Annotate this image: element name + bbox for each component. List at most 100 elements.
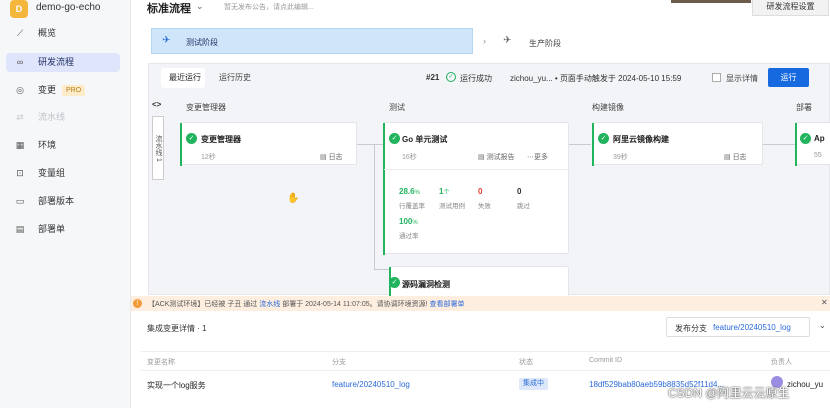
sidebar-item-overview[interactable]: ⟋ 概览 bbox=[6, 24, 120, 43]
log-link[interactable]: ▤ 日志 bbox=[320, 152, 343, 162]
check-icon: ✓ bbox=[598, 133, 609, 144]
sidebar-item-variables[interactable]: ⊡ 变量组 bbox=[6, 164, 120, 183]
status-stripe bbox=[383, 123, 385, 255]
table-header: 变更名称 分支 状态 Commit ID 负责人 bbox=[141, 351, 830, 371]
log-icon: ▤ bbox=[724, 154, 733, 161]
code-icon[interactable]: <> bbox=[152, 100, 161, 109]
branch-label: 发布分支 bbox=[675, 324, 707, 333]
pipeline-lane-label: 流水线 1 bbox=[152, 116, 164, 180]
page-title[interactable]: 标准流程 bbox=[147, 0, 191, 16]
pro-badge: PRO bbox=[62, 85, 86, 96]
check-icon: ✓ bbox=[800, 133, 811, 144]
sidebar-item-pipeline[interactable]: ⇄ 流水线 bbox=[6, 108, 120, 127]
job-name: 变更管理器 bbox=[201, 135, 241, 144]
warning-icon: ! bbox=[133, 299, 142, 308]
app-logo[interactable]: D bbox=[10, 0, 28, 18]
tab-run-history[interactable]: 运行历史 bbox=[211, 68, 257, 88]
rocket-icon: ✈ bbox=[162, 35, 171, 46]
branch-value[interactable]: feature/20240510_log bbox=[713, 323, 791, 332]
grid-icon: ▦ bbox=[15, 140, 25, 150]
infinity-icon: ∞ bbox=[16, 57, 24, 67]
log-label: 日志 bbox=[328, 154, 343, 161]
job-name: Go 单元测试 bbox=[402, 135, 448, 144]
collapse-icon[interactable]: ⌄ bbox=[819, 321, 826, 330]
log-link[interactable]: ▤ 日志 bbox=[724, 152, 747, 162]
job-duration: 12秒 bbox=[201, 154, 216, 161]
sidebar-item-label: 变量组 bbox=[38, 168, 66, 178]
job-name: Ap bbox=[814, 134, 825, 143]
check-icon: ✓ bbox=[389, 133, 400, 144]
watermark: CSDN @阿里云云原生 bbox=[668, 386, 790, 400]
change-name[interactable]: 实现一个log服务 bbox=[147, 380, 206, 391]
status-stripe bbox=[795, 123, 797, 166]
check-icon: ✓ bbox=[186, 133, 197, 144]
stat-label: 失败 bbox=[478, 203, 491, 210]
sidebar-item-environment[interactable]: ▦ 环境 bbox=[6, 136, 120, 155]
sidebar-item-changes[interactable]: ◎ 变更 PRO bbox=[6, 81, 120, 100]
job-card-change-manager[interactable]: ✓ 变更管理器 12秒 ▤ 日志 bbox=[180, 122, 357, 166]
sidebar: D demo-go-echo ⟋ 概览 ∞ 研发流程 ◎ 变更 PRO ⇄ 流水线… bbox=[0, 0, 131, 408]
status-stripe bbox=[180, 123, 182, 166]
sidebar-item-deploy-version[interactable]: ▭ 部署版本 bbox=[6, 192, 120, 211]
stage-test[interactable]: ✈ 测试阶段 bbox=[151, 28, 473, 54]
hand-cursor-icon: ✋ bbox=[287, 193, 300, 204]
tab-recent-run[interactable]: 最近运行 bbox=[161, 68, 205, 88]
more-label: 更多 bbox=[534, 154, 548, 161]
log-label: 日志 bbox=[732, 154, 747, 161]
column-header: 状态 bbox=[519, 359, 533, 366]
connector-line bbox=[374, 144, 375, 269]
chevron-down-icon[interactable]: ⌄ bbox=[196, 1, 204, 12]
branch-link[interactable]: feature/20240510_log bbox=[332, 380, 410, 389]
sidebar-item-label: 流水线 bbox=[38, 112, 66, 122]
column-header: 部署 bbox=[796, 103, 812, 112]
stat-coverage: 28.6% bbox=[399, 187, 420, 196]
run-status: 运行成功 bbox=[460, 74, 492, 83]
flow-settings-button[interactable]: 研发流程设置 bbox=[752, 0, 829, 16]
column-header: 构建镜像 bbox=[592, 103, 624, 112]
pipeline-icon: ⇄ bbox=[16, 112, 24, 122]
pipeline-run-panel: 最近运行 运行历史 #21 ✓ 运行成功 zichou_yu... • 页面手动… bbox=[148, 63, 830, 297]
view-deploy-order-link[interactable]: 查看部署单 bbox=[430, 301, 465, 308]
header-image-strip bbox=[671, 0, 751, 3]
warning-text: 【ACK测试环境】已经被 子丑 通过 流水线 部署于 2024-05-14 11… bbox=[148, 299, 465, 309]
stat-failed: 0 bbox=[478, 187, 483, 196]
connector-line bbox=[569, 144, 591, 145]
announcement-text[interactable]: 暂无发布公告，请点此编辑... bbox=[224, 2, 314, 12]
warning-middle: 部署于 2024-05-14 11:07:05。请协调环境资源! bbox=[282, 301, 428, 308]
warning-prefix: 【ACK测试环境】已经被 子丑 通过 bbox=[148, 301, 258, 308]
more-icon: ⋯ bbox=[527, 154, 534, 161]
rocket-icon: ✈ bbox=[503, 35, 512, 46]
report-label: 测试报告 bbox=[486, 154, 515, 161]
sidebar-item-deploy-order[interactable]: ▤ 部署单 bbox=[6, 220, 120, 239]
package-icon: ▭ bbox=[15, 196, 25, 206]
job-name: 阿里云镜像构建 bbox=[613, 135, 669, 144]
job-duration: 16秒 bbox=[402, 154, 417, 161]
app-name[interactable]: demo-go-echo bbox=[36, 2, 100, 13]
stat-pass-rate: 100% bbox=[399, 217, 418, 226]
test-report-link[interactable]: ▤ 测试报告 bbox=[478, 152, 515, 162]
divider bbox=[384, 169, 570, 170]
show-detail-label[interactable]: 显示详情 bbox=[726, 73, 758, 84]
sidebar-item-dev-flow[interactable]: ∞ 研发流程 bbox=[6, 53, 120, 72]
document-icon: ▤ bbox=[15, 224, 25, 234]
integration-title: 集成变更详情 · 1 bbox=[147, 324, 207, 333]
branch-icon: ◎ bbox=[16, 85, 24, 95]
column-header: 变更管理器 bbox=[186, 103, 226, 112]
show-detail-checkbox[interactable] bbox=[712, 73, 721, 82]
job-card-build-image[interactable]: ✓ 阿里云镜像构建 39秒 ▤ 日志 bbox=[592, 122, 763, 166]
column-header: 变更名称 bbox=[147, 359, 175, 366]
run-button[interactable]: 运行 bbox=[768, 68, 809, 87]
owner-name: zichou_yu bbox=[787, 380, 824, 389]
stage-production[interactable]: 生产阶段 bbox=[529, 38, 561, 49]
job-card-deploy[interactable]: ✓ Ap 55 bbox=[795, 122, 830, 166]
more-link[interactable]: ⋯更多 bbox=[527, 152, 548, 162]
job-card-go-test[interactable]: ✓ Go 单元测试 16秒 ▤ 测试报告 ⋯更多 28.6% 行覆盖率 1个 测… bbox=[383, 122, 570, 255]
close-icon[interactable]: ✕ bbox=[821, 298, 828, 307]
run-number[interactable]: #21 bbox=[426, 73, 439, 82]
environment-warning-bar: ! 【ACK测试环境】已经被 子丑 通过 流水线 部署于 2024-05-14 … bbox=[131, 296, 830, 311]
stat-test-cases: 1个 bbox=[439, 187, 450, 196]
pipeline-link[interactable]: 流水线 bbox=[259, 301, 280, 308]
job-card-code-scan[interactable]: ✓ 源码漏洞检测 bbox=[389, 266, 569, 297]
stat-label: 跳过 bbox=[517, 203, 530, 210]
release-branch-selector[interactable]: 发布分支 feature/20240510_log bbox=[666, 317, 810, 337]
